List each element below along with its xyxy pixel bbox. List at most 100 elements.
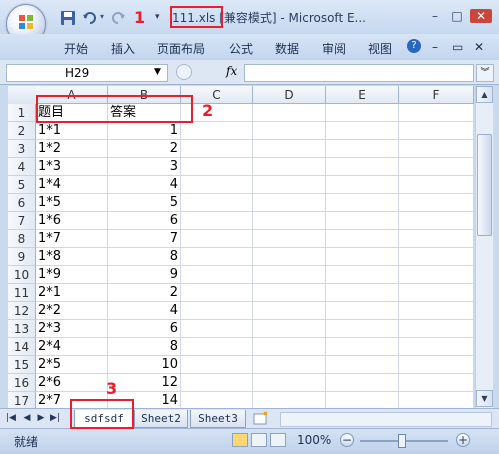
ribbon-minimize-button[interactable]: – <box>432 40 438 54</box>
cell-e17[interactable] <box>326 392 399 408</box>
tab-insert[interactable]: 插入 <box>111 40 135 57</box>
cell-d13[interactable] <box>253 320 326 338</box>
zoom-level[interactable]: 100% <box>297 433 331 447</box>
cell-a13[interactable]: 2*3 <box>36 320 108 338</box>
cell-c15[interactable] <box>181 356 253 374</box>
cell-c12[interactable] <box>181 302 253 320</box>
cell-b3[interactable]: 2 <box>108 140 181 158</box>
cell-f14[interactable] <box>399 338 474 356</box>
cell-a16[interactable]: 2*6 <box>36 374 108 392</box>
first-sheet-button[interactable]: |◀ <box>6 412 16 424</box>
cell-f12[interactable] <box>399 302 474 320</box>
customize-qat-icon[interactable]: ▾ <box>155 12 160 22</box>
vertical-scrollbar[interactable]: ▲ ▼ <box>475 86 493 408</box>
cell-e2[interactable] <box>326 122 399 140</box>
cell-e9[interactable] <box>326 248 399 266</box>
cell-f5[interactable] <box>399 176 474 194</box>
column-header-d[interactable]: D <box>253 86 326 104</box>
cell-c16[interactable] <box>181 374 253 392</box>
minimize-window-button[interactable]: – <box>426 9 444 23</box>
cell-e3[interactable] <box>326 140 399 158</box>
tab-data[interactable]: 数据 <box>275 40 299 57</box>
cell-f2[interactable] <box>399 122 474 140</box>
help-icon[interactable]: ? <box>407 39 421 53</box>
row-header[interactable]: 1 <box>8 104 36 122</box>
cell-b6[interactable]: 5 <box>108 194 181 212</box>
cell-c7[interactable] <box>181 212 253 230</box>
row-header[interactable]: 2 <box>8 122 36 140</box>
cell-b9[interactable]: 8 <box>108 248 181 266</box>
save-icon[interactable] <box>60 10 76 26</box>
row-header[interactable]: 17 <box>8 392 36 408</box>
cell-d14[interactable] <box>253 338 326 356</box>
cell-b5[interactable]: 4 <box>108 176 181 194</box>
row-header[interactable]: 7 <box>8 212 36 230</box>
horizontal-scrollbar[interactable] <box>280 412 492 427</box>
name-box[interactable]: H29 ▼ <box>6 64 168 82</box>
cell-d5[interactable] <box>253 176 326 194</box>
row-header[interactable]: 10 <box>8 266 36 284</box>
column-header-e[interactable]: E <box>326 86 399 104</box>
cell-d2[interactable] <box>253 122 326 140</box>
tab-view[interactable]: 视图 <box>368 40 392 57</box>
cell-a9[interactable]: 1*8 <box>36 248 108 266</box>
cell-d6[interactable] <box>253 194 326 212</box>
cell-d8[interactable] <box>253 230 326 248</box>
cell-a6[interactable]: 1*5 <box>36 194 108 212</box>
cell-f1[interactable] <box>399 104 474 122</box>
cell-e11[interactable] <box>326 284 399 302</box>
cell-c14[interactable] <box>181 338 253 356</box>
zoom-slider-thumb[interactable] <box>398 434 406 448</box>
scroll-down-button[interactable]: ▼ <box>476 390 493 407</box>
restore-window-button[interactable]: □ <box>448 9 466 23</box>
cell-b8[interactable]: 7 <box>108 230 181 248</box>
cell-b12[interactable]: 4 <box>108 302 181 320</box>
page-layout-view-button[interactable] <box>251 433 267 447</box>
cell-a4[interactable]: 1*3 <box>36 158 108 176</box>
undo-icon[interactable] <box>82 10 98 26</box>
cell-c2[interactable] <box>181 122 253 140</box>
cell-c6[interactable] <box>181 194 253 212</box>
formula-bar-expand-icon[interactable]: ︾ <box>476 64 494 82</box>
row-header[interactable]: 12 <box>8 302 36 320</box>
cell-c10[interactable] <box>181 266 253 284</box>
cell-e5[interactable] <box>326 176 399 194</box>
row-header[interactable]: 4 <box>8 158 36 176</box>
worksheet-grid[interactable]: A B C D E F 1 题目 答案 2 1*1 1 3 1*2 2 4 1*3 3 5 1*4 4 6 1*… <box>8 86 474 408</box>
scroll-up-button[interactable]: ▲ <box>476 86 493 103</box>
cell-f4[interactable] <box>399 158 474 176</box>
cell-f10[interactable] <box>399 266 474 284</box>
cell-e8[interactable] <box>326 230 399 248</box>
cell-f16[interactable] <box>399 374 474 392</box>
select-all-corner[interactable] <box>8 86 37 105</box>
cell-e16[interactable] <box>326 374 399 392</box>
cell-a3[interactable]: 1*2 <box>36 140 108 158</box>
cell-e15[interactable] <box>326 356 399 374</box>
cell-e6[interactable] <box>326 194 399 212</box>
cell-f17[interactable] <box>399 392 474 408</box>
cell-f6[interactable] <box>399 194 474 212</box>
cell-b2[interactable]: 1 <box>108 122 181 140</box>
row-header[interactable]: 16 <box>8 374 36 392</box>
cell-e7[interactable] <box>326 212 399 230</box>
insert-function-button[interactable]: fx <box>226 64 237 78</box>
column-header-f[interactable]: F <box>399 86 474 104</box>
cell-e12[interactable] <box>326 302 399 320</box>
redo-icon[interactable] <box>110 10 126 26</box>
cell-c11[interactable] <box>181 284 253 302</box>
cell-f3[interactable] <box>399 140 474 158</box>
zoom-out-button[interactable]: − <box>340 433 354 447</box>
cell-e14[interactable] <box>326 338 399 356</box>
normal-view-button[interactable] <box>232 433 248 447</box>
cell-d10[interactable] <box>253 266 326 284</box>
cell-e4[interactable] <box>326 158 399 176</box>
cell-d12[interactable] <box>253 302 326 320</box>
row-header[interactable]: 5 <box>8 176 36 194</box>
undo-dropdown-icon[interactable]: ▾ <box>100 12 104 21</box>
cell-c17[interactable] <box>181 392 253 408</box>
tab-page-layout[interactable]: 页面布局 <box>157 40 205 57</box>
close-window-button[interactable]: ✕ <box>470 9 492 23</box>
formula-input[interactable] <box>244 64 474 82</box>
ribbon-close-button[interactable]: ✕ <box>474 40 484 54</box>
row-header[interactable]: 6 <box>8 194 36 212</box>
